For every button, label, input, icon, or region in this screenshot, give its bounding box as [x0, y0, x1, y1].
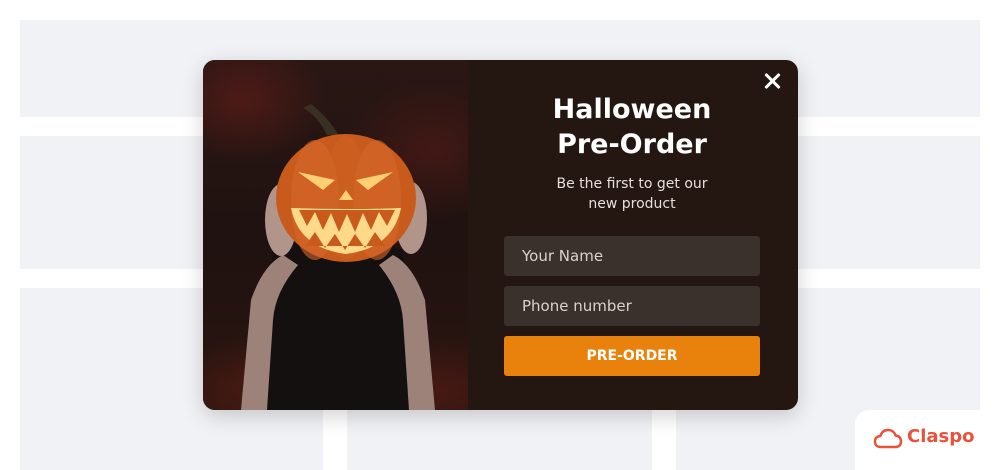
brand-name[interactable]: Claspo [907, 426, 975, 447]
name-input[interactable] [504, 236, 760, 276]
pumpkin-photo [203, 60, 468, 410]
phone-input[interactable] [504, 286, 760, 326]
preorder-button[interactable]: PRE-ORDER [504, 336, 760, 376]
cloud-icon [873, 428, 903, 449]
preorder-popup: Halloween Pre-Order Be the first to get … [203, 60, 798, 410]
pumpkin-illustration [241, 104, 435, 410]
popup-title: Halloween Pre-Order [552, 94, 712, 160]
close-icon[interactable] [760, 69, 784, 93]
popup-subtitle: Be the first to get our new product [556, 176, 708, 212]
